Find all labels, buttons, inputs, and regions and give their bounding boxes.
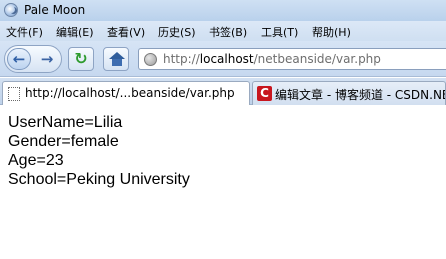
- reload-icon: ↻: [74, 49, 88, 68]
- menu-history[interactable]: 历史(S): [158, 24, 196, 40]
- menu-file[interactable]: 文件(F): [6, 24, 43, 40]
- back-button[interactable]: ←: [7, 48, 31, 70]
- content-age: Age=23: [8, 152, 64, 169]
- csdn-icon: C: [257, 86, 272, 101]
- left-arrow-icon: ←: [12, 49, 26, 68]
- address-bar[interactable]: http://localhost/netbeanside/var.php: [138, 48, 446, 70]
- content-username: UserName=Lilia: [8, 114, 123, 131]
- tab-csdn-edit[interactable]: C 编辑文章 - 博客频道 - CSDN.NET: [252, 81, 446, 105]
- reload-button[interactable]: ↻: [68, 47, 94, 71]
- right-arrow-icon: →: [40, 49, 54, 68]
- navigation-toolbar: ← → ↻ http://localhost/netbeanside/var.p…: [0, 41, 446, 77]
- forward-button[interactable]: →: [35, 48, 59, 70]
- url-text: http://localhost/netbeanside/var.php: [163, 52, 381, 66]
- pale-moon-icon: [4, 3, 18, 17]
- tab-label: http://localhost/...beanside/var.php: [25, 86, 235, 100]
- menu-view[interactable]: 查看(V): [107, 24, 145, 40]
- title-bar: Pale Moon: [0, 0, 446, 21]
- url-host: localhost: [199, 52, 254, 66]
- menu-help[interactable]: 帮助(H): [312, 24, 351, 40]
- globe-icon: [144, 53, 157, 66]
- window-title: Pale Moon: [24, 3, 86, 17]
- url-path: /netbeanside/var.php: [253, 52, 381, 66]
- menu-bar: 文件(F) 编辑(E) 查看(V) 历史(S) 书签(B) 工具(T) 帮助(H…: [0, 21, 446, 41]
- page-icon: [8, 87, 20, 101]
- home-button[interactable]: [103, 47, 129, 71]
- content-gender: Gender=female: [8, 133, 119, 150]
- page-content: UserName=Lilia Gender=female Age=23 Scho…: [8, 113, 438, 189]
- menu-bookmarks[interactable]: 书签(B): [209, 24, 247, 40]
- menu-edit[interactable]: 编辑(E): [56, 24, 94, 40]
- tab-var-php[interactable]: http://localhost/...beanside/var.php: [2, 81, 250, 105]
- url-scheme: http://: [163, 52, 200, 66]
- tab-bar: http://localhost/...beanside/var.php C 编…: [0, 78, 446, 105]
- menu-tools[interactable]: 工具(T): [261, 24, 298, 40]
- content-school: School=Peking University: [8, 171, 190, 188]
- back-forward-group: ← →: [4, 45, 62, 73]
- tab-label: 编辑文章 - 博客频道 - CSDN.NET: [275, 88, 446, 102]
